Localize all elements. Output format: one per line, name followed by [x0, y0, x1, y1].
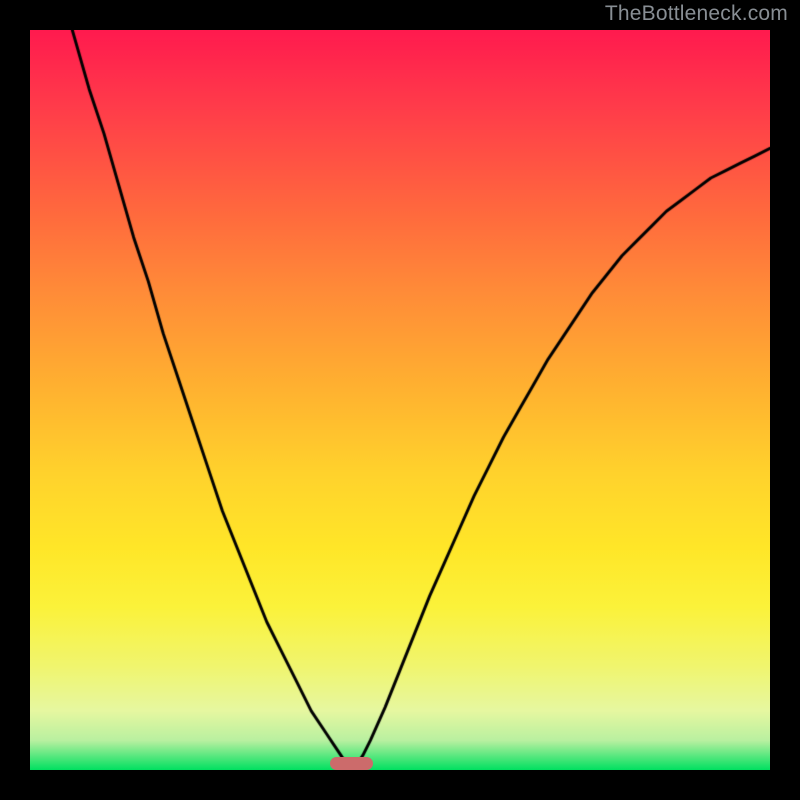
optimal-marker: [330, 757, 373, 770]
plot-area: [30, 30, 770, 770]
watermark-label: TheBottleneck.com: [605, 2, 788, 26]
chart-frame: TheBottleneck.com: [0, 0, 800, 800]
bottleneck-curve: [30, 30, 770, 770]
